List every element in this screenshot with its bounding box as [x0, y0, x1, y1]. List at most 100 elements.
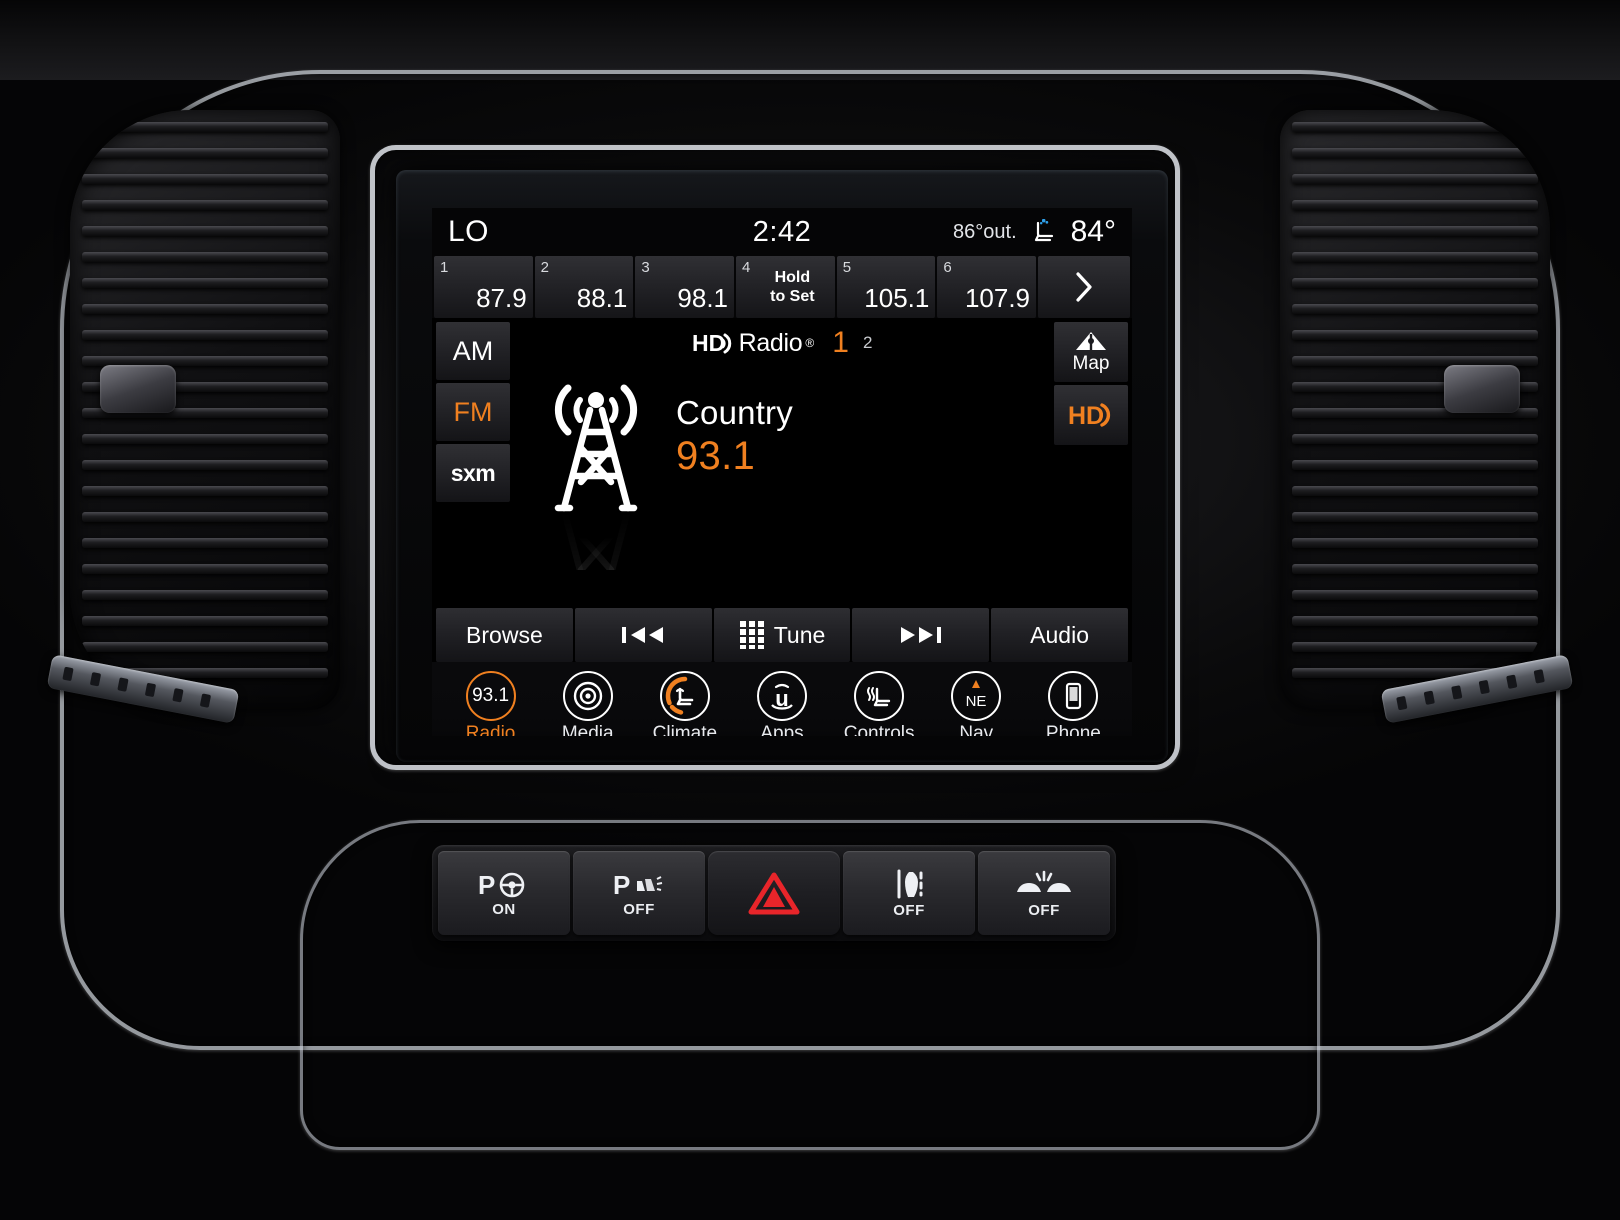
air-vent-right[interactable] [1280, 110, 1550, 710]
park-assist-button[interactable]: P ON [438, 851, 570, 935]
nav-item-climate[interactable]: Climate [642, 671, 728, 736]
preset-hold-to-set: Hold to Set [770, 269, 815, 305]
preset-next-page-button[interactable] [1038, 256, 1131, 318]
preset-frequency: 88.1 [576, 283, 628, 313]
browse-button[interactable]: Browse [436, 608, 573, 662]
browse-button-label: Browse [466, 621, 543, 648]
preset-frequency: 107.9 [964, 283, 1031, 313]
chevron-right-icon [1071, 270, 1097, 304]
nav-label-nav: Nav [959, 723, 994, 736]
svg-text:P: P [478, 870, 495, 899]
audio-settings-button[interactable]: Audio [991, 608, 1128, 662]
lane-departure-button[interactable]: OFF [843, 851, 975, 935]
next-station-button[interactable] [852, 608, 990, 662]
ventilated-seat-icon [1029, 217, 1059, 247]
preset-frequency: 87.9 [476, 283, 527, 313]
physical-button-bank: P ON P OFF OFF OFF [432, 845, 1116, 941]
preset-number: 6 [943, 259, 952, 276]
map-mountain-icon [1074, 330, 1108, 352]
side-button-column: Map HD [1050, 318, 1132, 604]
preset-button-6[interactable]: 6 107.9 [937, 256, 1037, 318]
next-track-icon [898, 623, 944, 647]
nav-item-apps[interactable]: u Apps [739, 671, 825, 736]
svg-text:P: P [613, 870, 630, 899]
vent-knob-right[interactable] [1444, 365, 1520, 413]
broadcast-tower-icon [530, 370, 662, 570]
bottom-navigation-bar: 93.1 Radio Media Climate u Apps Controls… [432, 662, 1132, 736]
nav-label-radio: Radio [465, 723, 516, 736]
climate-seat-icon [659, 671, 710, 721]
station-display: HD Radio ® 1 2 Country 93.1 [514, 318, 1050, 604]
lane-departure-icon [887, 868, 931, 900]
preset-number: 2 [540, 259, 550, 276]
smartphone-icon [1048, 671, 1099, 721]
hd-channel-active[interactable]: 1 [832, 326, 849, 360]
preset-row: 1 87.9 2 88.1 3 98.1 4 Hold to Set 5 105.… [432, 256, 1132, 318]
nav-label-phone: Phone [1045, 723, 1101, 736]
park-sensor-icon: P [611, 869, 667, 899]
collision-warning-state: OFF [1028, 901, 1060, 919]
nav-item-media[interactable]: Media [545, 671, 631, 736]
keypad-grid-icon [739, 620, 765, 650]
dashboard-center-stack: LO 2:42 86°out. 84° 1 87.9 2 88.1 3 98.1… [0, 0, 1620, 1220]
svg-text:NE: NE [966, 693, 987, 710]
nav-label-controls: Controls [843, 723, 915, 736]
nav-label-climate: Climate [652, 723, 718, 736]
radio-frequency-icon: 93.1 [465, 671, 516, 721]
hd-radio-toggle-button[interactable]: HD [1054, 385, 1128, 445]
collision-warning-icon [1013, 868, 1075, 900]
hd-radio-icon: HD [1067, 400, 1115, 430]
hd-channel-inactive[interactable]: 2 [863, 333, 872, 353]
nav-item-controls[interactable]: Controls [836, 671, 922, 736]
hd-radio-icon: HD [692, 330, 736, 356]
svg-text:u: u [775, 686, 788, 711]
station-genre: Country [676, 394, 793, 431]
previous-track-icon [620, 623, 666, 647]
map-button-label: Map [1072, 352, 1110, 374]
preset-number: 5 [842, 259, 852, 276]
band-selector: AM FM sxm [432, 318, 514, 604]
band-button-am[interactable]: AM [436, 322, 510, 380]
hd-radio-wordmark: Radio [738, 328, 803, 357]
tune-button[interactable]: Tune [713, 608, 851, 662]
map-button[interactable]: Map [1054, 322, 1128, 382]
outside-temperature: 86°out. [953, 220, 1017, 243]
preset-button-2[interactable]: 2 88.1 [534, 256, 634, 318]
hazard-triangle-icon [747, 870, 801, 916]
nav-item-nav[interactable]: NE Nav [933, 671, 1019, 736]
preset-button-3[interactable]: 3 98.1 [635, 256, 735, 318]
station-info: Country 93.1 [662, 370, 793, 479]
nav-item-radio[interactable]: 93.1 Radio [448, 671, 534, 736]
nav-label-media: Media [561, 723, 614, 736]
hd-radio-logo: HD Radio ® [692, 329, 815, 358]
band-button-sxm[interactable]: sxm [436, 444, 510, 502]
uconnect-touchscreen[interactable]: LO 2:42 86°out. 84° 1 87.9 2 88.1 3 98.1… [432, 208, 1132, 736]
air-vent-left[interactable] [70, 110, 340, 710]
radio-main-panel: AM FM sxm HD Radio ® 1 2 Country 93.1 Ma… [432, 318, 1132, 604]
uconnect-u-icon: u [756, 671, 807, 721]
hazard-lights-button[interactable] [708, 851, 840, 935]
park-assist-state: ON [492, 900, 516, 918]
hd-radio-header: HD Radio ® 1 2 [514, 318, 1050, 364]
registered-mark: ® [805, 336, 815, 350]
preset-frequency: 105.1 [864, 283, 930, 313]
nav-item-phone[interactable]: Phone [1030, 671, 1116, 736]
preset-button-4-empty[interactable]: 4 Hold to Set [736, 256, 835, 318]
station-frequency: 93.1 [676, 434, 756, 478]
lane-departure-state: OFF [893, 901, 925, 919]
heated-seat-icon [854, 671, 905, 721]
band-button-fm[interactable]: FM [436, 383, 510, 441]
preset-number: 3 [641, 259, 650, 276]
vent-knob-left[interactable] [100, 365, 176, 413]
previous-station-button[interactable] [574, 608, 712, 662]
nav-radio-badge: 93.1 [472, 685, 510, 706]
preset-button-1[interactable]: 1 87.9 [434, 256, 533, 318]
preset-button-5[interactable]: 5 105.1 [836, 256, 936, 318]
preset-frequency: 98.1 [677, 283, 729, 313]
collision-warning-button[interactable]: OFF [978, 851, 1110, 935]
status-bar: LO 2:42 86°out. 84° [432, 208, 1132, 256]
playback-control-bar: Browse Tune Audio [436, 608, 1128, 662]
preset-number: 1 [440, 259, 449, 276]
park-sensor-button[interactable]: P OFF [573, 851, 705, 935]
passenger-temperature[interactable]: 84° [1071, 215, 1116, 249]
